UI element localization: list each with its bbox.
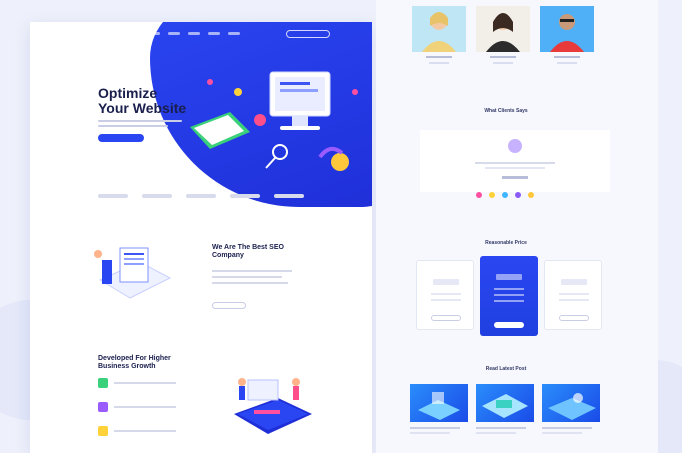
partner-logo [274,194,304,198]
blog-image [476,384,534,422]
plan-button[interactable] [494,322,524,328]
read-more-button[interactable] [212,302,246,309]
pricing-plan-featured [480,256,538,336]
carousel-dot[interactable] [515,192,521,198]
plan-button[interactable] [431,315,461,321]
section-text-line [212,282,288,284]
team-role [429,62,449,64]
monitor-illustration-icon [190,71,358,171]
hero-text-line [98,120,182,122]
pricing-plans [416,256,602,336]
carousel-dot[interactable] [489,192,495,198]
team-name [426,56,452,58]
team-card[interactable] [476,6,530,70]
team-role [557,62,577,64]
landing-page-mockup-right: What Clients Says Reasonable Price Read … [376,0,658,453]
feature-icon [98,426,108,436]
blog-title: Read Latest Post [485,366,527,372]
partner-logo [230,194,260,198]
carousel-dot[interactable] [502,192,508,198]
section-title: Developed For Higher Business Growth [98,355,171,370]
hero-title: Optimize Your Website [98,85,187,116]
partner-logo [142,194,172,198]
nav-item[interactable] [168,32,180,35]
testimonial-card [420,130,610,192]
section-title: We Are The Best SEO Company [212,244,284,259]
feature-item [98,378,188,388]
blog-card[interactable] [476,384,534,434]
team-name [554,56,580,58]
nav-item[interactable] [228,32,240,35]
blog-image [410,384,468,422]
blog-posts [410,384,600,434]
hero-cta-button[interactable] [98,134,144,142]
nav-item[interactable] [188,32,200,35]
top-nav [148,32,240,35]
server-illustration-icon [94,247,172,299]
blog-image [542,384,600,422]
landing-page-mockup: Optimize Your Website We Are The Best SE… [30,22,372,453]
team-photo [540,6,594,52]
team-photo [412,6,466,52]
card-illustration-icon [234,378,312,434]
testimonial-dots [476,192,534,198]
feature-icon [98,378,108,388]
pricing-plan [416,260,474,330]
team-photo [476,6,530,52]
nav-cta-button[interactable] [286,30,330,38]
team-members [412,6,594,70]
section-text-line [212,270,292,272]
feature-item [98,402,188,412]
hero-text-line [98,125,168,127]
pricing-title: Reasonable Price [485,240,527,246]
team-role [493,62,513,64]
team-card[interactable] [412,6,466,70]
partner-logos [98,194,304,198]
pricing-plan [544,260,602,330]
blog-card[interactable] [410,384,468,434]
plan-button[interactable] [559,315,589,321]
carousel-dot[interactable] [528,192,534,198]
team-name [490,56,516,58]
nav-item[interactable] [148,32,160,35]
testimonials-title: What Clients Says [484,108,528,114]
section-text-line [212,276,282,278]
carousel-dot[interactable] [476,192,482,198]
feature-item [98,426,188,436]
partner-logo [98,194,128,198]
partner-logo [186,194,216,198]
blog-card[interactable] [542,384,600,434]
feature-icon [98,402,108,412]
nav-item[interactable] [208,32,220,35]
team-card[interactable] [540,6,594,70]
